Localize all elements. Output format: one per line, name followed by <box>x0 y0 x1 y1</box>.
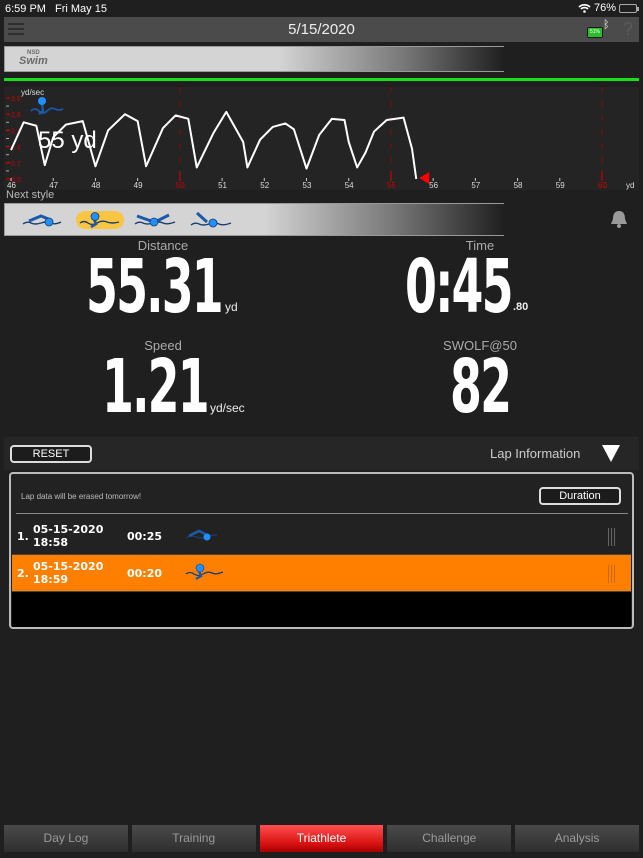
x-tick-label: 56 <box>429 181 438 190</box>
speed-chart-svg: 0.00.71.42.12.83.546 47 48 49 50 51 52 53 54 55 56… <box>6 87 634 190</box>
x-axis-unit: yd <box>626 181 634 190</box>
collapse-triangle-icon[interactable] <box>602 445 620 462</box>
tab-day-log[interactable]: Day Log <box>4 825 128 852</box>
lap-information-title: Lap Information <box>490 446 581 461</box>
help-button[interactable]: ? <box>623 19 633 40</box>
freestyle-icon <box>22 213 62 226</box>
style-freestyle-button[interactable] <box>20 211 68 229</box>
x-tick-label: 53 <box>303 181 312 190</box>
tab-challenge[interactable]: Challenge <box>387 825 512 852</box>
page-title: 5/15/2020 <box>288 21 355 38</box>
freestyle-icon <box>185 529 218 540</box>
time-value: 0:45 <box>405 244 514 330</box>
next-style-label: Next style <box>6 189 55 201</box>
nsd-swim-logo: NSD Swim <box>19 50 48 67</box>
x-tick-label: 54 <box>345 181 354 190</box>
butterfly-icon <box>134 213 176 226</box>
lap-duration: 00:25 <box>127 529 163 543</box>
status-date: Fri May 15 <box>55 3 107 15</box>
swolf-value: 82 <box>450 344 512 430</box>
x-tick-label: 50 <box>176 181 185 190</box>
lap-header: RESET Lap Information <box>4 437 639 470</box>
x-tick-label: 51 <box>218 181 227 190</box>
drag-handle[interactable] <box>608 528 616 546</box>
style-selector <box>4 203 504 236</box>
drag-handle[interactable] <box>608 565 616 583</box>
lap-erase-note: Lap data will be erased tomorrow! <box>21 492 142 501</box>
nav-bar: 5/15/2020 51% ᛒ ? <box>4 17 639 42</box>
lap-index: 1. <box>17 529 29 543</box>
tab-bar: Day Log Training Triathlete Challenge An… <box>4 825 639 852</box>
logo-line2: Swim <box>19 55 48 67</box>
status-right: 76% <box>578 2 639 14</box>
lap-row[interactable]: 1. 05-15-2020 18:58 00:25 <box>12 518 631 555</box>
reset-button[interactable]: RESET <box>10 445 92 463</box>
lap-index: 2. <box>17 566 29 580</box>
battery-icon <box>619 3 639 13</box>
style-butterfly-button[interactable] <box>132 211 180 229</box>
tab-triathlete[interactable]: Triathlete <box>259 825 384 852</box>
distance-value: 55.31 <box>86 244 224 330</box>
x-tick-label: 55 <box>387 181 396 190</box>
lap-datetime: 05-15-2020 18:58 <box>33 523 104 549</box>
breaststroke-icon <box>79 211 120 228</box>
x-tick-label: 59 <box>556 181 565 190</box>
x-tick-label: 57 <box>471 181 480 190</box>
progress-fill <box>4 78 639 81</box>
status-time: 6:59 PM <box>5 3 46 15</box>
y-tick-label: 3.5 <box>11 96 21 103</box>
speed-chart: 0.0 0.7 1.4 2.1 2.8 3.5 46 47 48 49 50 51 52 53 54 55 56… <box>4 87 639 190</box>
style-breaststroke-button[interactable] <box>76 210 124 229</box>
brand-bar: NSD Swim <box>4 46 504 72</box>
breaststroke-icon <box>185 563 224 580</box>
x-tick-label: 58 <box>514 181 523 190</box>
lap-list: 1. 05-15-2020 18:58 00:25 2. 05-15-2020 … <box>12 518 631 592</box>
backstroke-icon <box>190 211 232 227</box>
lap-panel: Lap data will be erased tomorrow! Durati… <box>9 472 634 629</box>
y-tick-label: 2.8 <box>11 112 21 119</box>
current-position-marker <box>419 172 430 184</box>
speed-value: 1.21 <box>102 344 210 430</box>
bell-icon[interactable] <box>608 209 630 229</box>
time-fraction: .80 <box>513 301 529 313</box>
x-tick-label: 48 <box>91 181 100 190</box>
device-battery-level: 51% <box>588 28 602 37</box>
lap-list-empty-area <box>12 592 631 627</box>
current-distance-label: 55 yd <box>38 127 97 154</box>
tab-analysis[interactable]: Analysis <box>515 825 639 852</box>
duration-sort-button[interactable]: Duration <box>539 487 621 505</box>
lap-row[interactable]: 2. 05-15-2020 18:59 00:20 <box>12 555 631 592</box>
battery-percent: 76% <box>593 2 616 14</box>
x-tick-label: 49 <box>134 181 143 190</box>
style-backstroke-button[interactable] <box>188 211 236 229</box>
speed-unit: yd/sec <box>210 401 245 415</box>
tab-training[interactable]: Training <box>131 825 256 852</box>
bluetooth-icon[interactable]: ᛒ <box>603 19 610 31</box>
divider <box>16 513 628 514</box>
distance-unit: yd <box>225 300 238 314</box>
x-tick-label: 60 <box>598 181 607 190</box>
lap-datetime: 05-15-2020 18:59 <box>33 560 104 586</box>
y-tick-label: 0.7 <box>11 161 21 168</box>
device-battery-icon: 51% <box>587 27 603 38</box>
current-style-breaststroke-icon <box>30 97 64 115</box>
lap-duration: 00:20 <box>127 566 163 580</box>
distance-progress-bar <box>4 78 639 81</box>
wifi-icon <box>578 4 591 13</box>
status-bar: 6:59 PM Fri May 15 76% <box>0 0 643 18</box>
x-tick-label: 52 <box>260 181 269 190</box>
